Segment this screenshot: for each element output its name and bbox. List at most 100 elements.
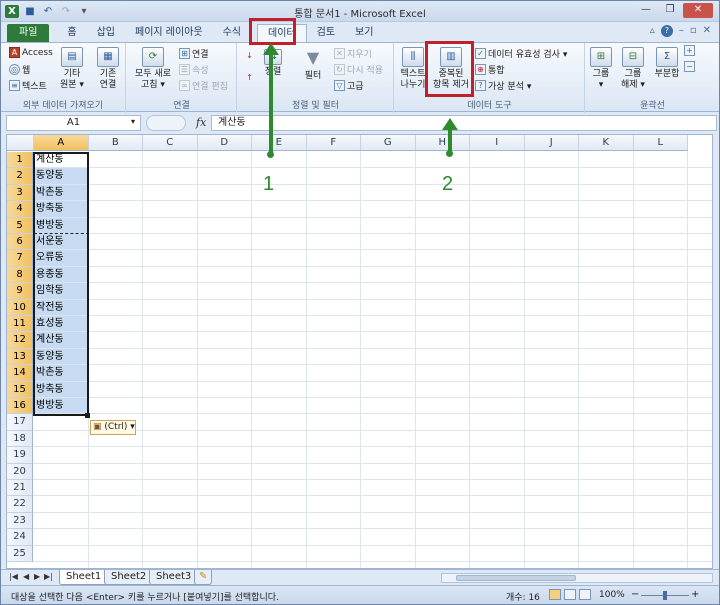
cell-a9[interactable]: 임학동 [34, 283, 88, 299]
properties-button[interactable]: ☰ 속성 [179, 63, 209, 76]
zoom-slider[interactable]: − + [631, 589, 701, 600]
consolidate-button[interactable]: ⊕ 통합 [475, 63, 505, 76]
name-box-dropdown-icon[interactable]: ▾ [131, 117, 135, 126]
what-if-button[interactable]: ? 가상 분석 ▾ [475, 79, 531, 92]
cell-a10[interactable]: 작전동 [34, 299, 88, 315]
row-header-2[interactable]: 2 [7, 168, 33, 185]
formula-input[interactable]: 계산동 [211, 115, 717, 131]
row-header-22[interactable]: 22 [7, 496, 33, 513]
workbook-restore-icon[interactable]: ▫ [690, 25, 697, 37]
column-header-c[interactable]: C [143, 135, 198, 151]
cell-a14[interactable]: 박촌동 [34, 365, 88, 381]
cell-a7[interactable]: 오류동 [34, 250, 88, 266]
row-header-5[interactable]: 5 [7, 217, 33, 234]
column-header-f[interactable]: F [306, 135, 361, 151]
select-all-corner[interactable] [7, 135, 34, 151]
normal-view-button[interactable] [549, 589, 561, 600]
tab-review[interactable]: 검토 [307, 24, 345, 42]
tab-page-layout[interactable]: 페이지 레이아웃 [125, 24, 213, 42]
page-break-view-button[interactable] [579, 589, 591, 600]
from-text-button[interactable]: ≡ 텍스트 [9, 79, 47, 92]
from-web-button[interactable]: ◎ 웹 [9, 63, 30, 76]
row-header-19[interactable]: 19 [7, 447, 33, 464]
row-header-21[interactable]: 21 [7, 480, 33, 497]
row-header-17[interactable]: 17 [7, 414, 33, 431]
edit-links-button[interactable]: ∞ 연결 편집 [179, 79, 228, 92]
clear-filter-button[interactable]: ✕ 지우기 [334, 47, 372, 60]
row-header-12[interactable]: 12 [7, 332, 33, 349]
first-sheet-icon[interactable]: |◀ [9, 572, 18, 581]
cell-a8[interactable]: 용종동 [34, 266, 88, 283]
refresh-all-button[interactable]: ⟳ 모두 새로 고침 ▾ [131, 47, 175, 91]
row-header-15[interactable]: 15 [7, 381, 33, 398]
zoom-thumb[interactable] [663, 591, 667, 600]
row-header-25[interactable]: 25 [7, 545, 33, 562]
cell-a13[interactable]: 동양동 [34, 348, 88, 365]
column-header-e[interactable]: E [252, 135, 307, 151]
hide-detail-button[interactable]: − [684, 61, 695, 72]
column-header-l[interactable]: L [633, 135, 688, 151]
page-layout-view-button[interactable] [564, 589, 576, 600]
paste-options-button[interactable]: ▣ (Ctrl) ▾ [90, 420, 136, 435]
tab-view[interactable]: 보기 [345, 24, 383, 42]
column-header-h[interactable]: H [415, 135, 470, 151]
column-header-d[interactable]: D [197, 135, 252, 151]
show-detail-button[interactable]: + [684, 45, 695, 56]
zoom-out-icon[interactable]: − [631, 589, 639, 600]
next-sheet-icon[interactable]: ▶ [34, 572, 40, 581]
fill-handle[interactable] [85, 413, 90, 418]
row-header-18[interactable]: 18 [7, 430, 33, 448]
horizontal-scrollbar[interactable] [441, 573, 713, 583]
row-header-6[interactable]: 6 [7, 234, 33, 251]
row-header-11[interactable]: 11 [7, 316, 33, 333]
column-header-a[interactable]: A [34, 135, 89, 151]
sort-za-button[interactable]: ↑ [244, 73, 255, 84]
zoom-in-icon[interactable]: + [691, 589, 699, 600]
row-header-16[interactable]: 16 [7, 398, 33, 415]
sort-az-button[interactable]: ↓ [244, 51, 255, 62]
connections-button[interactable]: ⊞ 연결 [179, 47, 209, 60]
from-access-button[interactable]: A Access [9, 47, 53, 58]
sheet-tab-1[interactable]: Sheet1 [59, 570, 109, 585]
close-button[interactable]: ✕ [683, 3, 713, 18]
row-header-14[interactable]: 14 [7, 365, 33, 382]
row-header-20[interactable]: 20 [7, 463, 33, 480]
reapply-button[interactable]: ↻ 다시 적용 [334, 63, 383, 76]
column-header-i[interactable]: I [470, 135, 525, 151]
cell-a16[interactable]: 병방동 [34, 398, 88, 414]
cell-a15[interactable]: 방축동 [34, 381, 88, 397]
sheet-tab-2[interactable]: Sheet2 [104, 570, 154, 585]
tab-formulas[interactable]: 수식 [213, 24, 251, 42]
column-header-k[interactable]: K [579, 135, 634, 151]
horizontal-scroll-thumb[interactable] [456, 575, 576, 581]
workbook-close-icon[interactable]: ✕ [703, 25, 711, 37]
last-sheet-icon[interactable]: ▶| [44, 572, 53, 581]
row-header-24[interactable]: 24 [7, 529, 33, 546]
row-header-23[interactable]: 23 [7, 512, 33, 530]
tab-home[interactable]: 홈 [57, 24, 86, 42]
ungroup-button[interactable]: ⊟ 그룹 해제 ▾ [618, 47, 648, 91]
help-icon[interactable]: ? [660, 25, 673, 37]
sheet-tab-3[interactable]: Sheet3 [149, 570, 199, 585]
row-header-9[interactable]: 9 [7, 283, 33, 300]
cell-a6[interactable]: 서운동 [34, 234, 88, 250]
group-button[interactable]: ⊞ 그룹 ▾ [586, 47, 616, 91]
row-header-4[interactable]: 4 [7, 201, 33, 218]
row-header-13[interactable]: 13 [7, 348, 33, 366]
other-sources-button[interactable]: ▤ 기타 원본 ▾ [57, 47, 87, 91]
ribbon-minimize-icon[interactable]: ▵ [650, 25, 655, 37]
advanced-filter-button[interactable]: ▽ 고급 [334, 79, 364, 92]
insert-sheet-tab[interactable]: ✎ [194, 570, 213, 585]
row-header-1[interactable]: 1 [7, 152, 33, 169]
prev-sheet-icon[interactable]: ◀ [23, 572, 29, 581]
row-header-10[interactable]: 10 [7, 299, 33, 316]
row-header-7[interactable]: 7 [7, 250, 33, 267]
existing-connections-button[interactable]: ▦ 기존 연결 [93, 47, 123, 91]
name-box[interactable]: A1 [6, 115, 141, 131]
subtotal-button[interactable]: Σ 부분합 [650, 47, 684, 80]
formula-bar-splitter-icon[interactable] [146, 115, 186, 131]
cell-a12[interactable]: 계산동 [34, 332, 88, 348]
row-header-3[interactable]: 3 [7, 184, 33, 202]
insert-function-button[interactable]: fx [196, 116, 206, 129]
column-header-j[interactable]: J [524, 135, 579, 151]
